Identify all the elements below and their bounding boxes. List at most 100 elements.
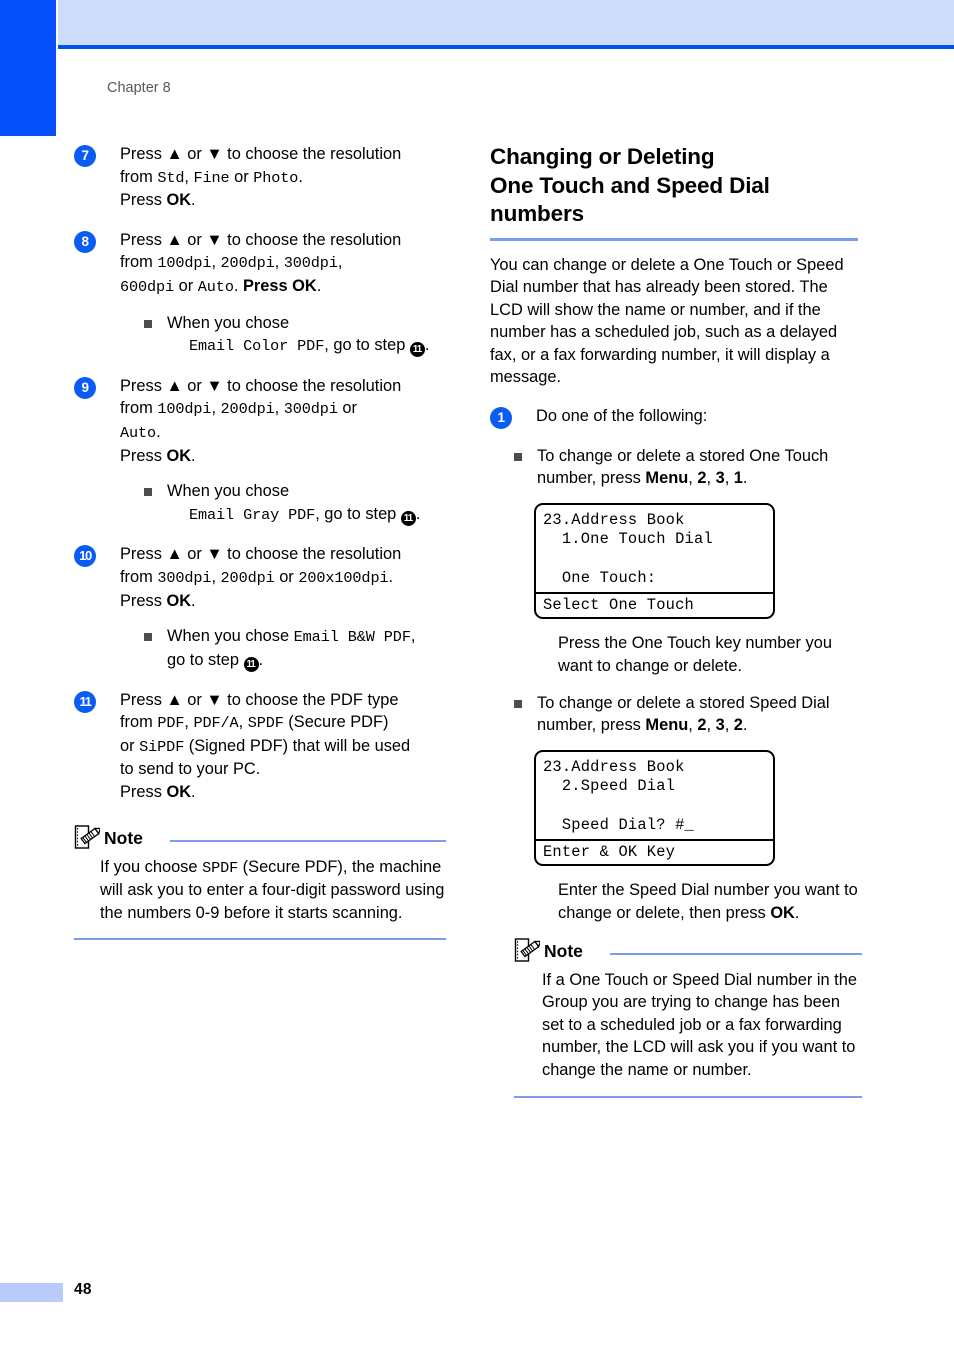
key-digit: 3 (715, 716, 725, 735)
t: to choose the resolution (222, 230, 402, 249)
t: from (120, 399, 158, 418)
arrow-keys: ▲ or ▼ (166, 690, 223, 709)
code-value: SPDF (202, 858, 239, 877)
code-value: 300dpi (283, 400, 338, 419)
square-bullet-icon (514, 699, 522, 708)
section-rule (490, 237, 858, 241)
section-title-line-2: One Touch and Speed Dial (490, 172, 770, 198)
t: , go to step (315, 504, 401, 523)
step-badge-8: 8 (74, 230, 96, 253)
right-column: Changing or Deleting One Touch and Speed… (490, 143, 862, 1098)
code-value: 200dpi (220, 254, 275, 273)
step-reference-badge: 11 (400, 510, 416, 526)
step-reference-badge: 11 (243, 656, 259, 672)
step-7-body: Press ▲ or ▼ to choose the resolution fr… (120, 143, 446, 212)
code-value: 200dpi (220, 568, 275, 587)
code-value: Photo (253, 168, 299, 187)
step-10-sub-bullet: When you chose Email B&W PDF, go to step… (144, 625, 446, 672)
t: , (706, 469, 716, 488)
t: to choose the PDF type (222, 690, 399, 709)
t: Press (120, 191, 167, 210)
t: to choose the resolution (222, 545, 402, 564)
t: . (424, 336, 430, 355)
t: Press (120, 591, 167, 610)
t: Press (120, 545, 167, 564)
t: . (388, 567, 394, 586)
note-rule (610, 952, 862, 955)
arrow-keys: ▲ or ▼ (166, 376, 223, 395)
t: from (120, 567, 158, 586)
t: . (298, 167, 303, 186)
t: or (274, 567, 299, 586)
t: from (120, 167, 158, 186)
t: . (191, 783, 196, 802)
lcd-status-text: Enter & OK Key (543, 843, 676, 862)
code-value: PDF/A (193, 714, 239, 733)
lcd-line: Speed Dial? #_ (543, 816, 694, 835)
t: or (120, 736, 140, 755)
t: , go to step (324, 336, 410, 355)
bullet-one-touch: To change or delete a stored One Touch n… (514, 445, 862, 490)
ok-key-label: OK (292, 276, 317, 295)
ok-key-label: OK (166, 446, 192, 465)
t: . (316, 276, 322, 295)
key-digit: 1 (733, 469, 743, 488)
code-value: Email Color PDF (189, 337, 325, 356)
note-header: Note (514, 937, 862, 967)
t: , (688, 716, 698, 735)
t: . (258, 650, 264, 669)
t: . (794, 904, 800, 923)
intro-paragraph: You can change or delete a One Touch or … (490, 255, 844, 387)
code-value: 300dpi (283, 254, 338, 273)
key-digit: 2 (733, 716, 743, 735)
sub-line-2: Email Color PDF, go to step 11. (167, 334, 446, 358)
t: , (211, 567, 221, 586)
left-column: 7 Press ▲ or ▼ to choose the resolution … (74, 143, 446, 941)
ok-key-label: OK (166, 191, 192, 210)
lcd-line: 23.Address Book (543, 510, 685, 529)
note-block-right: Note If a One Touch or Speed Dial number… (514, 937, 862, 1098)
t: to send to your PC. (120, 760, 261, 779)
t: , (274, 253, 284, 272)
arrow-keys: ▲ or ▼ (166, 230, 223, 249)
t: Press (120, 145, 167, 163)
code-value: Email Gray PDF (189, 505, 316, 524)
step-10: 10 Press ▲ or ▼ to choose the resolution… (74, 543, 446, 672)
t: (Signed PDF) that will be used (184, 736, 411, 755)
step-10-body: Press ▲ or ▼ to choose the resolution fr… (120, 543, 446, 612)
t: Press (120, 783, 167, 802)
t: , (184, 713, 194, 732)
t: . (191, 446, 196, 465)
square-bullet-icon (144, 488, 152, 497)
note-bottom-rule (74, 938, 446, 941)
t: from (120, 253, 158, 272)
note-title: Note (104, 827, 143, 848)
page-number: 48 (74, 1281, 92, 1298)
step-badge-7: 7 (74, 145, 96, 167)
note-body-right: If a One Touch or Speed Dial number in t… (542, 970, 857, 1080)
step-badge-11: 11 (74, 690, 96, 713)
note-body-left: If you choose SPDF (Secure PDF), the mac… (74, 856, 446, 925)
section-title: Changing or Deleting One Touch and Speed… (490, 143, 862, 229)
t: When you chose (167, 313, 290, 332)
t: , (724, 716, 734, 735)
code-value: 200dpi (220, 400, 275, 419)
lcd-line (543, 550, 766, 569)
square-bullet-icon (514, 452, 522, 461)
note-bottom-rule (514, 1095, 862, 1098)
step-7: 7 Press ▲ or ▼ to choose the resolution … (74, 143, 446, 212)
t: , (706, 716, 716, 735)
header-rule (58, 45, 954, 49)
t: . (742, 469, 748, 488)
lcd-status-bar: Select One Touch (536, 592, 773, 617)
t: . (156, 422, 161, 441)
code-value: SPDF (247, 714, 284, 733)
t: When you chose (167, 482, 290, 501)
t: from (120, 713, 158, 732)
key-digit: 3 (715, 469, 725, 488)
code-value: Fine (193, 168, 230, 187)
t: , (238, 713, 248, 732)
t: or (229, 167, 254, 186)
sub-line-2: Email Gray PDF, go to step 11. (167, 503, 446, 527)
t: (Secure PDF) (283, 713, 389, 732)
